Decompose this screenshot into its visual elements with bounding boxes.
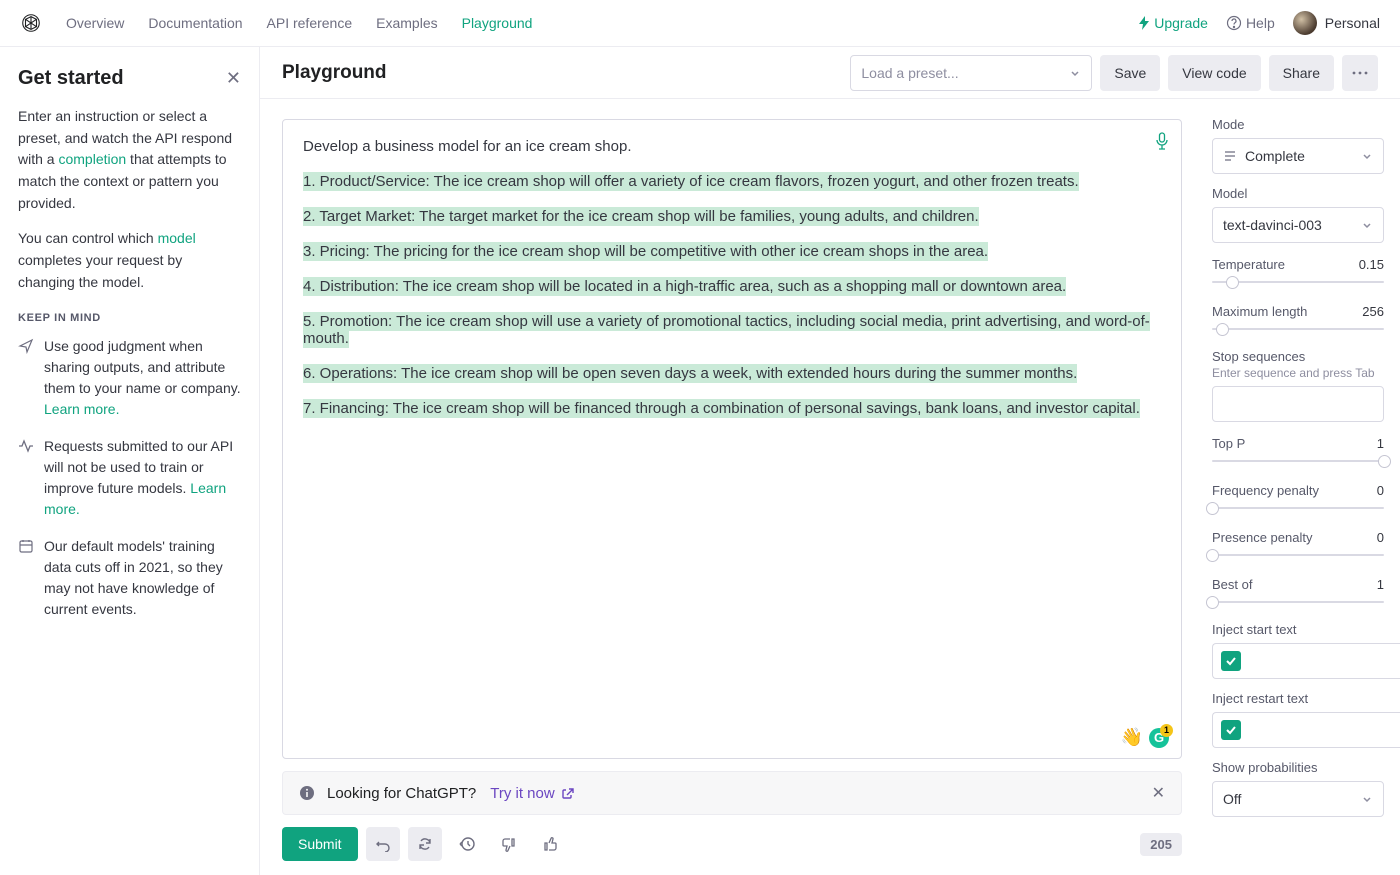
regenerate-button[interactable]	[408, 827, 442, 861]
mode-icon	[1223, 149, 1237, 163]
avatar	[1293, 11, 1317, 35]
history-button[interactable]	[450, 827, 484, 861]
inject-start-label: Inject start text	[1212, 622, 1384, 637]
share-button[interactable]: Share	[1269, 55, 1334, 91]
undo-button[interactable]	[366, 827, 400, 861]
temperature-slider[interactable]	[1212, 274, 1384, 290]
info-icon	[299, 785, 315, 801]
inject-restart-input[interactable]	[1249, 712, 1400, 748]
parameters-panel: Mode Complete Model text-davinci-003 Tem…	[1204, 99, 1400, 875]
chevron-down-icon	[1361, 150, 1373, 162]
help-link[interactable]: Help	[1226, 15, 1275, 31]
inject-start-input[interactable]	[1249, 643, 1400, 679]
presence-penalty-slider[interactable]	[1212, 547, 1384, 563]
mode-label: Mode	[1212, 117, 1384, 132]
sidebar-intro-1: Enter an instruction or select a preset,…	[18, 106, 241, 214]
mode-select[interactable]: Complete	[1212, 138, 1384, 174]
dismiss-banner-icon[interactable]: ✕	[1152, 783, 1165, 803]
nav-api-reference[interactable]: API reference	[267, 15, 353, 31]
top-p-slider[interactable]	[1212, 453, 1384, 469]
completion-line: 1. Product/Service: The ice cream shop w…	[303, 173, 1161, 190]
undo-icon	[375, 836, 391, 852]
completion-line: 5. Promotion: The ice cream shop will us…	[303, 313, 1161, 347]
nav-overview[interactable]: Overview	[66, 15, 124, 31]
prompt-editor[interactable]: Develop a business model for an ice crea…	[282, 119, 1182, 759]
calendar-icon	[18, 538, 34, 620]
model-link[interactable]: model	[158, 230, 196, 246]
activity-icon	[18, 438, 34, 520]
grammarly-icon[interactable]: G1	[1149, 728, 1169, 748]
inject-restart-checkbox[interactable]	[1221, 720, 1241, 740]
thumbs-up-icon	[543, 837, 558, 852]
chevron-down-icon	[1069, 67, 1081, 79]
nav-links: Overview Documentation API reference Exa…	[66, 15, 532, 31]
page-header: Playground Load a preset... Save View co…	[260, 47, 1400, 99]
completion-line: 6. Operations: The ice cream shop will b…	[303, 365, 1161, 382]
page-title: Playground	[282, 62, 387, 84]
upgrade-link[interactable]: Upgrade	[1138, 15, 1208, 31]
external-link-icon	[561, 787, 574, 800]
wave-emoji-icon: 👋	[1121, 727, 1143, 748]
refresh-icon	[417, 836, 433, 852]
nav-documentation[interactable]: Documentation	[148, 15, 242, 31]
nav-examples[interactable]: Examples	[376, 15, 437, 31]
chevron-down-icon	[1361, 219, 1373, 231]
chatgpt-banner-text: Looking for ChatGPT?	[327, 785, 476, 802]
try-chatgpt-link[interactable]: Try it now	[490, 785, 573, 802]
stop-sequences-input[interactable]	[1212, 386, 1384, 422]
submit-button[interactable]: Submit	[282, 827, 358, 861]
max-length-slider[interactable]	[1212, 321, 1384, 337]
sidebar-intro-2: You can control which model completes yo…	[18, 228, 241, 293]
prompt-text: Develop a business model for an ice crea…	[303, 138, 1161, 155]
close-icon[interactable]: ✕	[226, 68, 241, 89]
model-label: Model	[1212, 186, 1384, 201]
history-icon	[459, 836, 475, 852]
stop-sublabel: Enter sequence and press Tab	[1212, 366, 1384, 380]
thumbs-down-icon	[501, 837, 516, 852]
view-code-button[interactable]: View code	[1168, 55, 1260, 91]
model-select[interactable]: text-davinci-003	[1212, 207, 1384, 243]
completion-line: 7. Financing: The ice cream shop will be…	[303, 400, 1161, 417]
inject-start-checkbox[interactable]	[1221, 651, 1241, 671]
help-icon	[1226, 15, 1242, 31]
tip-attribution: Use good judgment when sharing outputs, …	[18, 336, 241, 420]
token-count: 205	[1140, 833, 1182, 856]
chevron-down-icon	[1361, 793, 1373, 805]
completion-line: 3. Pricing: The pricing for the ice crea…	[303, 243, 1161, 260]
nav-playground[interactable]: Playground	[462, 15, 533, 31]
thumbs-down-button[interactable]	[492, 827, 526, 861]
bolt-icon	[1138, 16, 1150, 30]
tip-training: Requests submitted to our API will not b…	[18, 436, 241, 520]
chatgpt-banner: Looking for ChatGPT? Try it now ✕	[282, 771, 1182, 815]
more-horizontal-icon	[1352, 71, 1368, 75]
inject-restart-label: Inject restart text	[1212, 691, 1384, 706]
show-probabilities-label: Show probabilities	[1212, 760, 1384, 775]
frequency-penalty-slider[interactable]	[1212, 500, 1384, 516]
completion-line: 2. Target Market: The target market for …	[303, 208, 1161, 225]
stop-label: Stop sequences	[1212, 349, 1384, 364]
tip-cutoff: Our default models' training data cuts o…	[18, 536, 241, 620]
sidebar: Get started ✕ Enter an instruction or se…	[0, 47, 260, 875]
keep-in-mind-heading: KEEP IN MIND	[18, 312, 241, 324]
show-probabilities-select[interactable]: Off	[1212, 781, 1384, 817]
completion-line: 4. Distribution: The ice cream shop will…	[303, 278, 1161, 295]
send-icon	[18, 338, 34, 420]
top-nav: Overview Documentation API reference Exa…	[0, 0, 1400, 47]
sidebar-title: Get started	[18, 67, 124, 90]
preset-select[interactable]: Load a preset...	[850, 55, 1092, 91]
completion-link[interactable]: completion	[58, 151, 126, 167]
learn-more-link[interactable]: Learn more.	[44, 401, 119, 417]
openai-logo-icon	[20, 12, 42, 34]
account-menu[interactable]: Personal	[1293, 11, 1380, 35]
microphone-icon[interactable]	[1155, 132, 1169, 150]
thumbs-up-button[interactable]	[534, 827, 568, 861]
save-button[interactable]: Save	[1100, 55, 1160, 91]
best-of-slider[interactable]	[1212, 594, 1384, 610]
more-button[interactable]	[1342, 55, 1378, 91]
